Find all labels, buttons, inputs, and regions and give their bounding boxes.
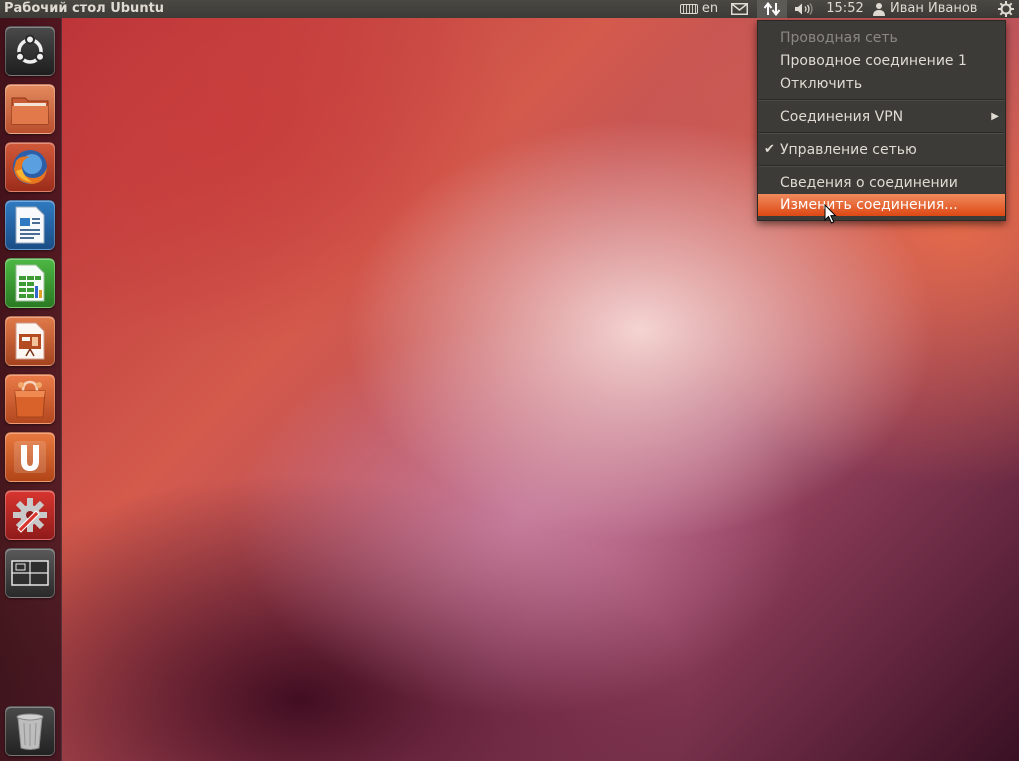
folder-icon bbox=[11, 97, 49, 125]
document-icon bbox=[15, 206, 45, 244]
keyboard-icon bbox=[679, 4, 698, 14]
clock-label: 15:52 bbox=[826, 1, 864, 16]
messaging-indicator[interactable] bbox=[728, 0, 750, 18]
dash-home-button[interactable] bbox=[5, 26, 55, 76]
trash-launcher[interactable] bbox=[5, 706, 55, 756]
wired-network-header: Проводная сеть bbox=[780, 30, 898, 46]
ubuntu-one-launcher[interactable] bbox=[5, 432, 55, 482]
network-arrows-icon bbox=[763, 2, 781, 16]
launcher bbox=[0, 18, 62, 761]
libreoffice-calc-launcher[interactable] bbox=[5, 258, 55, 308]
shopping-bag-icon bbox=[14, 380, 46, 418]
vpn-connections-label: Соединения VPN bbox=[780, 109, 904, 125]
speaker-icon bbox=[795, 3, 813, 15]
edit-connections-item[interactable]: Изменить соединения... bbox=[758, 194, 1005, 216]
keyboard-indicator[interactable]: en bbox=[676, 0, 722, 18]
software-center-launcher[interactable] bbox=[5, 374, 55, 424]
clock-indicator[interactable]: 15:52 bbox=[824, 0, 866, 18]
checkmark-icon: ✔ bbox=[764, 142, 775, 157]
keyboard-layout-label: en bbox=[701, 1, 719, 16]
menu-separator bbox=[759, 132, 1004, 134]
firefox-icon bbox=[13, 150, 47, 184]
ubuntu-one-icon bbox=[14, 441, 46, 473]
presentation-icon bbox=[15, 322, 45, 360]
user-indicator[interactable]: Иван Иванов bbox=[872, 0, 988, 18]
user-icon bbox=[873, 3, 885, 16]
disconnect-item[interactable]: Отключить bbox=[758, 73, 1005, 95]
manage-network-item[interactable]: ✔ Управление сетью bbox=[758, 139, 1005, 161]
spreadsheet-icon bbox=[15, 264, 45, 302]
network-indicator[interactable] bbox=[757, 0, 787, 18]
mouse-pointer-icon bbox=[824, 204, 837, 224]
libreoffice-impress-launcher[interactable] bbox=[5, 316, 55, 366]
user-name-label: Иван Иванов bbox=[890, 1, 978, 16]
sound-indicator[interactable] bbox=[790, 0, 818, 18]
trash-icon bbox=[16, 713, 44, 750]
files-launcher[interactable] bbox=[5, 84, 55, 134]
envelope-icon bbox=[730, 3, 748, 15]
wired-connection-item[interactable]: Проводное соединение 1 bbox=[758, 50, 1005, 72]
workspace-grid-icon bbox=[11, 560, 49, 586]
window-title: Рабочий стол Ubuntu bbox=[4, 1, 165, 16]
libreoffice-writer-launcher[interactable] bbox=[5, 200, 55, 250]
network-menu: Проводная сеть Проводное соединение 1 От… bbox=[757, 20, 1006, 221]
session-indicator[interactable] bbox=[994, 0, 1018, 18]
manage-network-label: Управление сетью bbox=[780, 142, 917, 158]
firefox-launcher[interactable] bbox=[5, 142, 55, 192]
settings-wrench-icon bbox=[13, 498, 47, 533]
menu-separator bbox=[759, 99, 1004, 101]
system-settings-launcher[interactable] bbox=[5, 490, 55, 540]
top-panel: Рабочий стол Ubuntu en 15:52 Иван Иванов bbox=[0, 0, 1019, 18]
vpn-connections-item[interactable]: Соединения VPN ▶ bbox=[758, 106, 1005, 128]
menu-separator bbox=[759, 165, 1004, 167]
workspace-switcher-launcher[interactable] bbox=[5, 548, 55, 598]
ubuntu-logo-icon bbox=[15, 34, 45, 64]
submenu-arrow-icon: ▶ bbox=[991, 111, 999, 122]
gear-icon bbox=[998, 1, 1014, 17]
connection-info-item[interactable]: Сведения о соединении bbox=[758, 172, 1005, 194]
